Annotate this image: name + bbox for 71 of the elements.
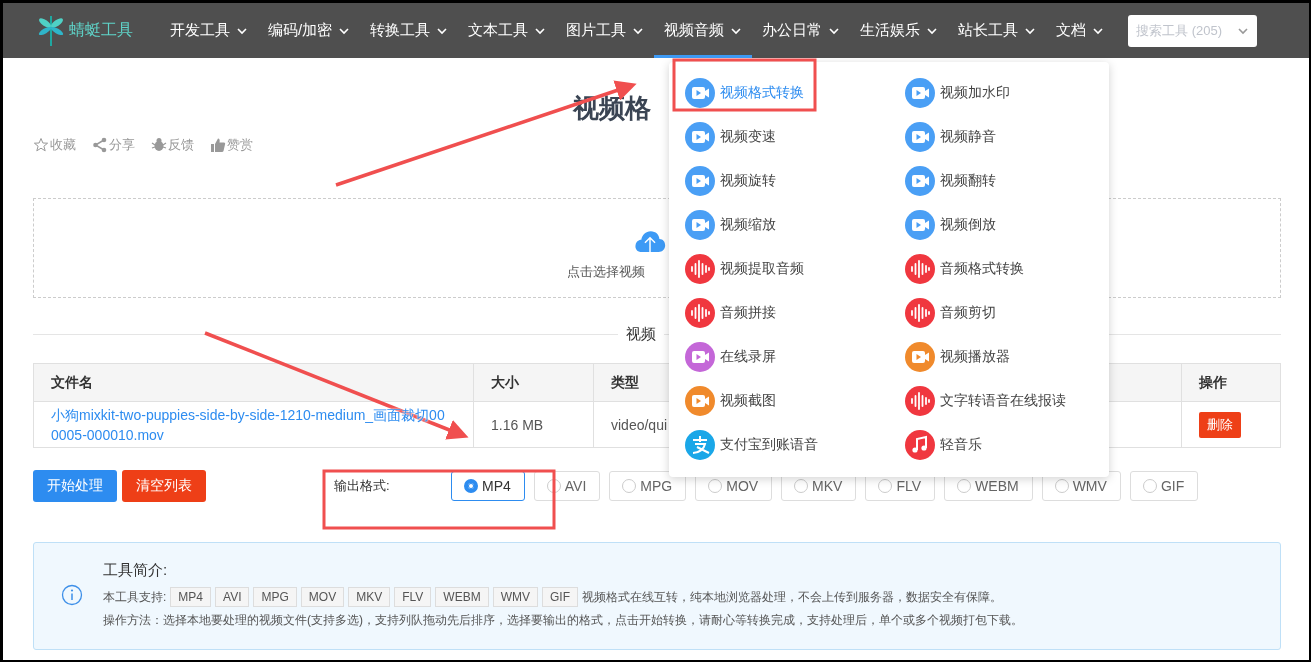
bug-icon bbox=[151, 137, 167, 153]
sound-wave-icon bbox=[905, 254, 935, 284]
video-camera-icon bbox=[905, 210, 935, 240]
video-camera-icon bbox=[905, 78, 935, 108]
video-camera-icon bbox=[905, 122, 935, 152]
thumb-icon bbox=[210, 137, 226, 153]
column-header: 操作 bbox=[1181, 363, 1281, 402]
sound-wave-icon bbox=[685, 254, 715, 284]
format-tag: MPG bbox=[253, 587, 297, 607]
share-icon bbox=[92, 137, 108, 153]
format-tag: MP4 bbox=[170, 587, 212, 607]
menu-item[interactable]: 视频变速 bbox=[669, 115, 889, 159]
table-cell: 1.16 MB bbox=[473, 401, 594, 448]
search-field[interactable]: 搜索工具 (205) bbox=[1128, 14, 1258, 47]
nav-menu-item[interactable]: 编码/加密 bbox=[258, 3, 361, 58]
format-option[interactable]: AVI bbox=[533, 471, 601, 501]
radio-button[interactable] bbox=[464, 479, 478, 493]
info-icon bbox=[61, 584, 83, 606]
nav-menu-item[interactable]: 生活娱乐 bbox=[850, 3, 949, 58]
sound-wave-icon bbox=[905, 298, 935, 328]
column-header: 大小 bbox=[473, 363, 594, 402]
dragonfly-logo-icon bbox=[36, 13, 66, 48]
payment-icon bbox=[685, 430, 715, 460]
format-tag: WMV bbox=[492, 587, 538, 607]
format-tag: GIF bbox=[542, 587, 578, 607]
info-title: 工具简介: bbox=[103, 561, 169, 580]
support-label: 本工具支持: bbox=[103, 588, 167, 606]
nav-menu-item[interactable]: 转换工具 bbox=[360, 3, 459, 58]
nav-menu-item[interactable]: 文本工具 bbox=[458, 3, 557, 58]
video-camera-icon bbox=[685, 122, 715, 152]
menu-item[interactable]: 视频静音 bbox=[889, 115, 1109, 159]
clear-list-button[interactable]: 清空列表 bbox=[122, 470, 206, 502]
video-camera-icon bbox=[905, 342, 935, 372]
field-label: 输出格式: bbox=[334, 477, 391, 495]
format-tag: MKV bbox=[348, 587, 391, 607]
menu-item[interactable]: 视频倒放 bbox=[889, 203, 1109, 247]
logo-text[interactable]: 蜻蜓工具 bbox=[69, 20, 133, 41]
format-tag: AVI bbox=[215, 587, 250, 607]
video-camera-icon bbox=[905, 166, 935, 196]
menu-item[interactable]: 视频缩放 bbox=[669, 203, 889, 247]
music-note-icon bbox=[905, 430, 935, 460]
usage-text: 操作方法：选择本地要处理的视频文件(支持多选)，支持列队拖动先后排序，选择要输出的格式，点击开始转换，请耐心等转换完成，支持处理后，单个或多个视频打包下载。 bbox=[103, 612, 1023, 629]
nav-menu-item[interactable]: 图片工具 bbox=[556, 3, 655, 58]
nav-menu-item[interactable]: 办公日常 bbox=[752, 3, 851, 58]
nav-menu-item[interactable]: 开发工具 bbox=[160, 3, 258, 58]
section-heading: 视频 bbox=[618, 325, 664, 345]
menu-item[interactable]: 视频加水印 bbox=[889, 71, 1109, 115]
format-tag: WEBM bbox=[435, 587, 489, 607]
delete-button[interactable]: 删除 bbox=[1199, 411, 1241, 438]
cloud-upload-icon bbox=[634, 229, 666, 255]
nav-menu-item[interactable]: 文档 bbox=[1046, 3, 1115, 58]
video-camera-icon bbox=[685, 386, 715, 416]
menu-item[interactable]: 视频提取音频 bbox=[669, 247, 889, 291]
format-tag: FLV bbox=[394, 587, 432, 607]
format-option[interactable]: GIF bbox=[1129, 471, 1199, 501]
format-tag: MOV bbox=[300, 587, 345, 607]
support-text: 视频格式在线互转，纯本地浏览器处理，不会上传到服务器，数据安全有保障。 bbox=[582, 588, 1002, 606]
format-option[interactable]: MP4 bbox=[451, 471, 525, 501]
sound-wave-icon bbox=[685, 298, 715, 328]
nav-menu-item[interactable]: 视频音频 bbox=[654, 3, 753, 58]
upload-hint: 点击选择视频 bbox=[567, 263, 645, 281]
sound-wave-icon bbox=[905, 386, 935, 416]
star-icon bbox=[33, 137, 49, 153]
video-camera-icon bbox=[685, 166, 715, 196]
video-camera-icon bbox=[685, 342, 715, 372]
menu-item[interactable]: 音频格式转换 bbox=[889, 247, 1109, 291]
nav-menu-item[interactable]: 站长工具 bbox=[948, 3, 1047, 58]
column-header: 文件名 bbox=[33, 363, 474, 402]
video-camera-icon bbox=[685, 210, 715, 240]
video-camera-icon bbox=[685, 78, 715, 108]
menu-item[interactable]: 视频格式转换 bbox=[669, 71, 889, 115]
